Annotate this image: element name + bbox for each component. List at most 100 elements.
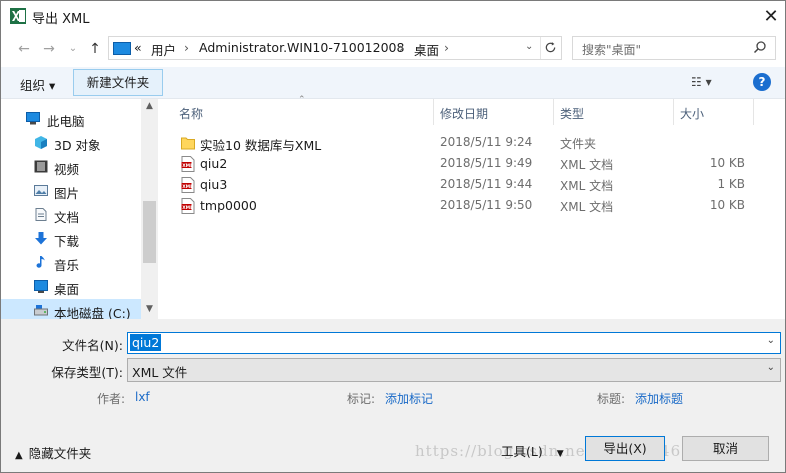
refresh-icon[interactable] (544, 41, 557, 54)
tools-label: 工具(L) (501, 444, 543, 459)
file-row[interactable]: 实验10 数据库与XML 2018/5/11 9:24 文件夹 (171, 132, 754, 153)
column-divider[interactable] (433, 99, 434, 125)
sidebar-item-this-pc[interactable]: 此电脑 (1, 107, 141, 131)
close-button[interactable]: ✕ (756, 4, 786, 30)
caret-down-icon: ▼ (556, 449, 564, 459)
file-row[interactable]: XML qiu3 2018/5/11 9:44 XML 文档 1 KB (171, 174, 754, 195)
recent-locations-dropdown[interactable]: ⌄ (63, 39, 83, 59)
breadcrumb-desktop[interactable]: 桌面 (414, 40, 439, 59)
sidebar-item-documents[interactable]: 文档 (1, 203, 141, 227)
file-name: qiu3 (200, 177, 228, 192)
music-icon (36, 256, 45, 268)
author-value[interactable]: lxf (135, 390, 150, 404)
scroll-down-icon[interactable]: ▼ (141, 304, 158, 318)
export-xml-dialog: 导出 XML ✕ ← → ⌄ ↑ « 用户 › Administrator.WI… (0, 0, 786, 473)
file-type: XML 文档 (560, 158, 614, 172)
sidebar-scrollbar[interactable]: ▲ ▼ (141, 99, 158, 319)
computer-icon (26, 112, 40, 125)
filename-value[interactable]: qiu2 (130, 334, 162, 351)
scroll-up-icon[interactable]: ▲ (141, 101, 158, 115)
file-size: 1 KB (717, 177, 745, 191)
file-row[interactable]: XML tmp0000 2018/5/11 9:50 XML 文档 10 KB (171, 195, 754, 216)
search-icon[interactable] (753, 40, 767, 54)
breadcrumb-users[interactable]: 用户 (151, 40, 176, 59)
sidebar-item-label: 视频 (54, 162, 80, 177)
title-label: 标题: (597, 392, 626, 406)
change-view-button[interactable]: ☷ ▾ (691, 75, 712, 89)
chevron-down-icon[interactable]: ⌄ (767, 335, 775, 346)
sidebar-item-downloads[interactable]: 下载 (1, 227, 141, 251)
search-box[interactable]: 搜索"桌面" (572, 36, 776, 60)
file-row[interactable]: XML qiu2 2018/5/11 9:49 XML 文档 10 KB (171, 153, 754, 174)
breadcrumb-separator[interactable]: › (399, 40, 404, 55)
add-title-link[interactable]: 添加标题 (635, 390, 683, 407)
file-date: 2018/5/11 9:44 (440, 177, 533, 191)
sidebar-item-music[interactable]: 音乐 (1, 251, 141, 275)
search-placeholder[interactable]: 搜索"桌面" (582, 41, 641, 58)
breadcrumb-overflow[interactable]: « (134, 40, 142, 55)
breadcrumb-administrator[interactable]: Administrator.WIN10-710012008 (199, 40, 404, 55)
scrollbar-thumb[interactable] (143, 201, 156, 263)
tags-label: 标记: (347, 392, 376, 406)
breadcrumb-separator[interactable]: › (444, 40, 449, 55)
forward-button[interactable]: → (39, 39, 59, 59)
file-size: 10 KB (709, 156, 745, 170)
up-button[interactable]: ↑ (85, 39, 105, 59)
filename-input[interactable]: qiu2 ⌄ (127, 332, 781, 354)
sidebar-item-videos[interactable]: 视频 (1, 155, 141, 179)
documents-icon (35, 208, 47, 221)
disk-icon (34, 305, 48, 316)
3d-objects-icon (35, 136, 47, 149)
folder-icon (181, 137, 195, 150)
file-date: 2018/5/11 9:24 (440, 135, 533, 149)
chevron-down-icon[interactable]: ⌄ (767, 362, 775, 373)
file-type: XML 文档 (560, 200, 614, 214)
new-folder-button[interactable]: 新建文件夹 (73, 69, 163, 96)
address-divider (540, 37, 541, 59)
svg-text:XML: XML (182, 163, 193, 169)
sidebar-item-3d-objects[interactable]: 3D 对象 (1, 131, 141, 155)
filetype-label: 保存类型(T): (51, 365, 123, 380)
window-title: 导出 XML (32, 12, 90, 27)
column-divider[interactable] (673, 99, 674, 125)
breadcrumb-separator[interactable]: › (184, 40, 189, 55)
file-size: 10 KB (709, 198, 745, 212)
address-bar[interactable]: « 用户 › Administrator.WIN10-710012008 › 桌… (108, 36, 562, 60)
title-bar: 导出 XML ✕ (1, 1, 785, 32)
filetype-select[interactable]: XML 文件 ⌄ (127, 358, 781, 382)
help-icon[interactable]: ? (753, 73, 771, 91)
desktop-icon (34, 280, 48, 293)
sidebar-item-label: 图片 (54, 186, 80, 201)
column-divider[interactable] (553, 99, 554, 125)
hide-folders-toggle[interactable]: ▲ 隐藏文件夹 (15, 443, 91, 462)
column-header-size[interactable]: 大小 (680, 105, 704, 132)
file-name: 实验10 数据库与XML (200, 138, 322, 153)
sidebar-item-desktop[interactable]: 桌面 (1, 275, 141, 299)
column-header-type[interactable]: 类型 (560, 105, 584, 132)
sidebar-item-pictures[interactable]: 图片 (1, 179, 141, 203)
organize-menu[interactable]: 组织 ▾ (20, 75, 55, 94)
video-icon (34, 160, 48, 173)
tools-menu[interactable]: 工具(L) ▼ (501, 441, 564, 460)
chevron-down-icon[interactable]: ⌄ (525, 41, 533, 52)
xml-file-icon: XML (181, 156, 195, 172)
column-header-name[interactable]: 名称 (179, 105, 203, 132)
add-tags-link[interactable]: 添加标记 (385, 390, 433, 407)
pictures-icon (34, 185, 48, 196)
column-header-date[interactable]: 修改日期 (440, 105, 488, 132)
sidebar-item-label: 3D 对象 (54, 138, 101, 153)
sidebar-item-label: 音乐 (54, 258, 80, 273)
back-button[interactable]: ← (14, 39, 34, 59)
file-date: 2018/5/11 9:50 (440, 198, 533, 212)
column-divider[interactable] (753, 99, 754, 125)
cancel-button[interactable]: 取消 (682, 436, 769, 461)
sort-ascending-icon: ⌃ (298, 95, 306, 105)
export-button[interactable]: 导出(X) (585, 436, 665, 461)
xml-file-icon: XML (181, 177, 195, 193)
sidebar-item-local-disk[interactable]: 本地磁盘 (C:) (1, 299, 141, 321)
file-type: 文件夹 (560, 137, 597, 151)
excel-app-icon (10, 8, 26, 24)
computer-icon (113, 42, 131, 55)
filetype-value: XML 文件 (132, 365, 188, 380)
file-type: XML 文档 (560, 179, 614, 193)
